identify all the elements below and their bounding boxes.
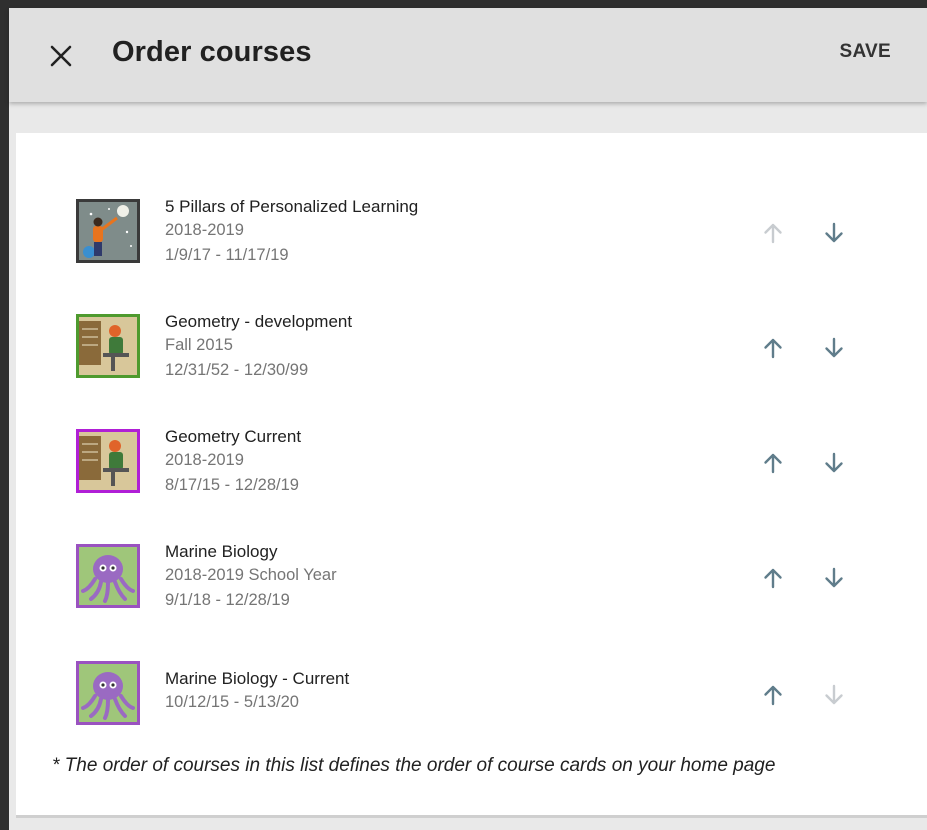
order-footnote: * The order of courses in this list defi… bbox=[52, 755, 776, 776]
arrow-down-icon bbox=[825, 567, 843, 588]
course-thumbnail bbox=[76, 544, 140, 608]
move-up-button[interactable] bbox=[757, 447, 789, 479]
course-dates: 1/9/17 - 11/17/19 bbox=[165, 246, 289, 264]
course-name: Geometry Current bbox=[165, 427, 302, 446]
course-thumbnail bbox=[76, 314, 140, 378]
course-term: Fall 2015 bbox=[165, 336, 233, 354]
geometry-teacher-icon bbox=[79, 317, 137, 375]
move-up-button[interactable] bbox=[757, 332, 789, 364]
arrow-up-icon bbox=[764, 223, 782, 244]
move-down-button[interactable] bbox=[818, 217, 850, 249]
save-button[interactable]: SAVE bbox=[839, 41, 891, 63]
move-down-button[interactable] bbox=[818, 562, 850, 594]
course-dates: 9/1/18 - 12/28/19 bbox=[165, 591, 290, 609]
course-term: 2018-2019 bbox=[165, 451, 244, 469]
course-dates: 10/12/15 - 5/13/20 bbox=[165, 693, 299, 711]
geometry-teacher-icon bbox=[79, 432, 137, 490]
arrow-up-icon bbox=[764, 685, 782, 706]
course-thumbnail bbox=[76, 199, 140, 263]
course-row: Marine Biology 2018-2019 School Year 9/1… bbox=[16, 538, 927, 628]
arrow-up-icon bbox=[764, 453, 782, 474]
course-order-sheet: 5 Pillars of Personalized Learning 2018-… bbox=[16, 133, 927, 818]
move-up-button[interactable] bbox=[757, 217, 789, 249]
arrow-down-icon bbox=[825, 684, 843, 705]
course-row: 5 Pillars of Personalized Learning 2018-… bbox=[16, 193, 927, 283]
course-row: Geometry Current 2018-2019 8/17/15 - 12/… bbox=[16, 423, 927, 513]
move-down-button[interactable] bbox=[818, 332, 850, 364]
page-title: Order courses bbox=[112, 36, 312, 68]
course-name: Marine Biology - Current bbox=[165, 669, 350, 688]
octopus-icon bbox=[79, 664, 137, 722]
move-down-button[interactable] bbox=[818, 447, 850, 479]
arrow-up-icon bbox=[764, 568, 782, 589]
course-dates: 12/31/52 - 12/30/99 bbox=[165, 361, 309, 379]
course-term: 2018-2019 School Year bbox=[165, 566, 337, 584]
arrow-down-icon bbox=[825, 452, 843, 473]
arrow-down-icon bbox=[825, 222, 843, 243]
course-thumbnail bbox=[76, 429, 140, 493]
arrow-down-icon bbox=[825, 337, 843, 358]
course-name: Geometry - development bbox=[165, 312, 353, 331]
course-term: 2018-2019 bbox=[165, 221, 244, 239]
course-dates: 8/17/15 - 12/28/19 bbox=[165, 476, 299, 494]
course-row: Geometry - development Fall 2015 12/31/5… bbox=[16, 308, 927, 398]
octopus-icon bbox=[79, 547, 137, 605]
app-bar: Order courses SAVE bbox=[9, 8, 927, 102]
course-thumbnail bbox=[76, 661, 140, 725]
course-name: 5 Pillars of Personalized Learning bbox=[165, 197, 419, 216]
astronomy-icon bbox=[79, 202, 137, 260]
close-icon bbox=[50, 45, 72, 67]
close-button[interactable] bbox=[43, 38, 79, 74]
arrow-up-icon bbox=[764, 338, 782, 359]
move-up-button[interactable] bbox=[757, 562, 789, 594]
move-up-button[interactable] bbox=[757, 679, 789, 711]
course-row: Marine Biology - Current 10/12/15 - 5/13… bbox=[16, 653, 927, 743]
move-down-button[interactable] bbox=[818, 679, 850, 711]
course-name: Marine Biology bbox=[165, 542, 278, 561]
